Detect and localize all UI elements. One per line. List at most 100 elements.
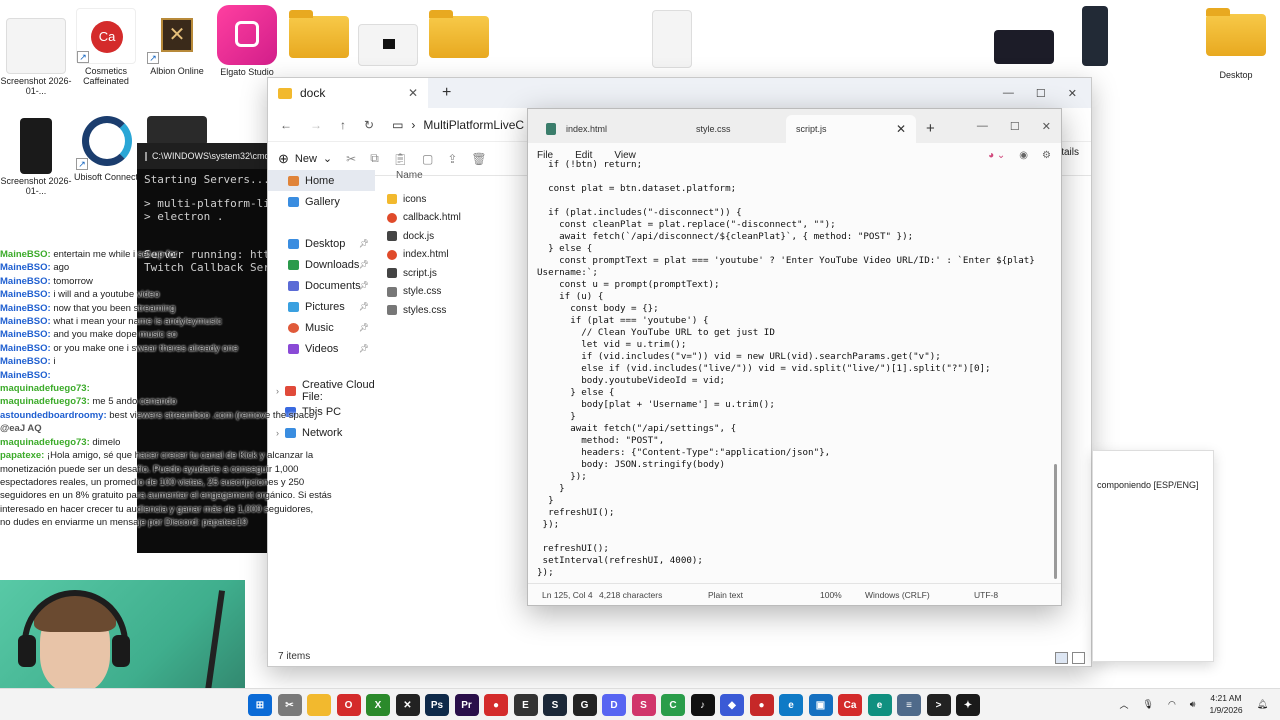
taskbar-premiere-icon[interactable]: Pr [454, 694, 479, 716]
background-window[interactable]: componiendo [ESP/ENG] [1092, 450, 1214, 662]
cut-icon[interactable]: ✂ [346, 152, 356, 166]
explorer-tab[interactable]: dock ✕ [268, 78, 428, 108]
file-item-icons[interactable]: icons [381, 190, 531, 209]
taskbar-photoshop-icon[interactable]: Ps [425, 694, 449, 716]
rename-icon[interactable]: ▢ [422, 152, 433, 166]
delete-icon[interactable]: 🗑︎ [471, 152, 486, 166]
taskbar-terminal-icon[interactable]: > [926, 694, 951, 716]
details-label[interactable]: tails [1061, 147, 1079, 158]
taskbar-rec-icon[interactable]: ● [749, 694, 774, 716]
minimize-icon[interactable]: — [1003, 87, 1014, 100]
taskbar-photos-icon[interactable]: ▣ [808, 694, 833, 716]
chevron-up-icon[interactable]: ︿ [1119, 698, 1128, 711]
taskbar-cursor-icon[interactable]: ◆ [720, 694, 744, 716]
char-count: 4,218 characters [599, 589, 663, 600]
maximize-icon[interactable]: ☐ [1010, 120, 1020, 133]
taskbar-xbox-icon[interactable]: X [366, 694, 390, 716]
minimize-icon[interactable]: — [977, 120, 988, 133]
taskbar-notepad-icon[interactable]: ≡ [897, 694, 921, 716]
desktop-icon-screenshot-1[interactable]: Screenshot 2026-01-... [0, 18, 72, 96]
column-header-name[interactable]: Name [381, 170, 531, 190]
desktop-icon-label: Cosmetics Caffeinated [83, 66, 129, 86]
taskbar-start-icon[interactable]: ⊞ [248, 694, 272, 716]
clock-date: 1/9/2026 [1209, 705, 1243, 715]
clock[interactable]: 4:21 AM 1/9/2026 [1209, 692, 1242, 716]
file-item-dock-js[interactable]: dock.js [381, 227, 531, 246]
zoom-level[interactable]: 100% [820, 590, 842, 600]
volume-icon[interactable]: 🔊︎ [1190, 699, 1196, 710]
paste-icon[interactable]: 📋︎ [393, 152, 408, 166]
taskbar-github-icon[interactable]: G [572, 694, 597, 716]
taskbar-obs-red-icon[interactable]: ● [484, 694, 508, 716]
tab-index-html[interactable]: index.html [536, 115, 666, 143]
taskbar-edge-icon[interactable]: e [779, 694, 803, 716]
explorer-titlebar[interactable]: dock ✕ + — ☐ ✕ [268, 78, 1091, 108]
desktop-folder-1[interactable] [283, 10, 355, 58]
taskbar-misc-icon[interactable]: ✦ [956, 694, 980, 716]
taskbar-steam-icon[interactable]: S [543, 694, 567, 716]
forward-arrow-icon[interactable]: → [310, 118, 322, 132]
code-editor[interactable]: if (!btn) return; const plat = btn.datas… [537, 159, 1052, 581]
taskbar-epic-icon[interactable]: E [513, 694, 538, 716]
tab-style-css[interactable]: style.css [666, 115, 786, 143]
taskbar-opera-icon[interactable]: O [336, 694, 361, 716]
taskbar-apps: ⊞ ✂ O X ✕ Ps Pr ● E S G D S C ♪ ◆ ● e ▣ Ca e ≡ > ✦ [248, 694, 980, 716]
file-item-index-html[interactable]: index.html [381, 246, 531, 265]
scrollbar-thumb[interactable] [1054, 464, 1057, 579]
sidebar-item-home[interactable]: Home [268, 170, 375, 191]
sidebar-item-gallery[interactable]: Gallery [268, 191, 375, 212]
taskbar-capcut-icon[interactable]: ✕ [395, 694, 420, 716]
desktop-icon-desktop[interactable]: Desktop [1200, 8, 1272, 80]
notification-bell-icon[interactable]: 🔔︎ [1257, 699, 1268, 710]
wifi-icon[interactable]: ◠ [1168, 699, 1176, 710]
desktop-icon-ubisoft[interactable]: ↗ Ubisoft Connect [70, 114, 142, 182]
taskbar-chrome-icon[interactable]: C [661, 694, 685, 716]
copy-icon[interactable]: ⧉ [370, 151, 379, 166]
file-item-styles-css[interactable]: styles.css [381, 301, 531, 320]
desktop-icon-screenshot-2[interactable]: Screenshot 2026-01-... [0, 118, 72, 196]
taskbar-edge2-icon[interactable]: e [867, 694, 892, 716]
close-icon[interactable]: ✕ [1068, 87, 1077, 100]
new-tab-button[interactable]: + [442, 84, 451, 102]
line-ending[interactable]: Windows (CRLF) [865, 590, 930, 600]
taskbar-snip-icon[interactable]: ✂ [277, 694, 302, 716]
folder-icon [289, 10, 349, 58]
desktop-icon-elgato[interactable]: Elgato Studio [211, 5, 283, 77]
desktop-file-doc[interactable] [636, 10, 708, 68]
new-button[interactable]: ⊕ New ⌄ [278, 151, 332, 167]
desktop-folder-2[interactable] [423, 10, 495, 58]
taskbar-streamlabs-icon[interactable]: S [631, 694, 656, 716]
share-icon[interactable]: ⇪ [447, 152, 457, 166]
close-tab-icon[interactable]: ✕ [896, 122, 906, 136]
microphone-icon[interactable]: 🎙︎ [1143, 699, 1154, 710]
file-item-callback-html[interactable]: callback.html [381, 209, 531, 228]
notepad-window[interactable]: index.html style.css script.js ✕ + — ☐ ✕ … [527, 108, 1062, 606]
chat-text: i [50, 356, 56, 368]
taskbar-explorer-icon[interactable] [307, 694, 331, 716]
refresh-icon[interactable]: ↻ [364, 118, 374, 132]
terminal-titlebar[interactable]: C:\WINDOWS\system32\cmd [137, 143, 267, 169]
file-item-style-css[interactable]: style.css [381, 283, 531, 302]
new-tab-button[interactable]: + [926, 120, 935, 137]
tiles-view-icon[interactable] [1072, 652, 1085, 664]
taskbar-capcut2-icon[interactable]: Ca [838, 694, 862, 716]
desktop-file-image[interactable] [352, 24, 424, 66]
up-arrow-icon[interactable]: ↑ [340, 118, 346, 132]
back-arrow-icon[interactable]: ← [280, 118, 292, 132]
file-item-script-js[interactable]: script.js [381, 264, 531, 283]
details-view-icon[interactable] [1055, 652, 1068, 664]
taskbar-discord-icon[interactable]: D [602, 694, 626, 716]
desktop-screenshot-thumb-a[interactable] [988, 30, 1060, 64]
close-icon[interactable]: ✕ [1042, 120, 1051, 133]
desktop-icon-albion[interactable]: ✕ ↗ Albion Online [141, 8, 213, 76]
maximize-icon[interactable]: ☐ [1036, 87, 1046, 100]
address-bar[interactable]: ▭ › MultiPlatformLiveC [392, 118, 524, 132]
taskbar-tiktok-icon[interactable]: ♪ [690, 694, 715, 716]
encoding[interactable]: UTF-8 [974, 590, 998, 600]
desktop-thumb-dark[interactable] [141, 116, 213, 146]
close-tab-icon[interactable]: ✕ [408, 86, 418, 100]
tab-script-js[interactable]: script.js ✕ [786, 115, 916, 143]
desktop-screenshot-thumb-b[interactable] [1059, 6, 1131, 66]
chat-text: and you make dope music so [50, 329, 177, 341]
desktop-icon-cosmetics[interactable]: Ca ↗ Cosmetics Caffeinated [70, 8, 142, 86]
